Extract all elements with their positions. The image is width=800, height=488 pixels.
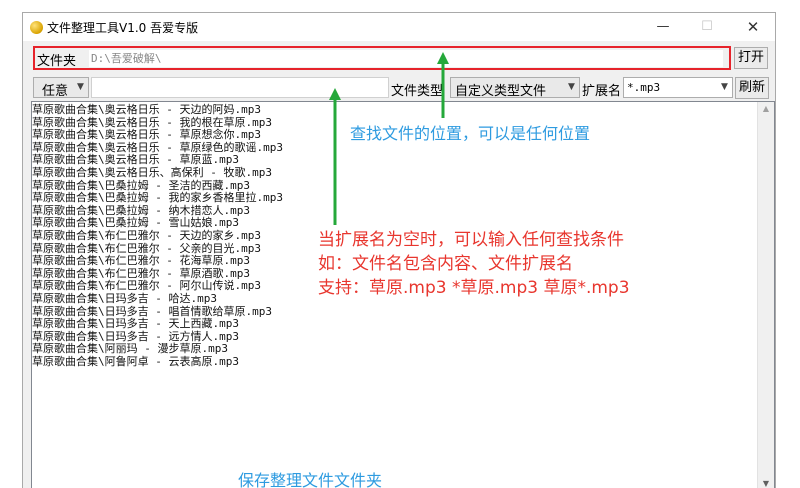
save-folder-annotation: 保存整理文件文件夹 (238, 471, 383, 488)
extension-annotation-line1: 当扩展名为空时，可以输入任何查找条件 (318, 230, 624, 250)
arrow-to-path-icon (437, 52, 449, 118)
location-annotation: 查找文件的位置，可以是任何位置 (350, 124, 591, 143)
extension-annotation-line2: 如：文件名包含内容、文件扩展名 (318, 254, 573, 274)
extension-annotation-line3: 支持：草原.mp3 *草原.mp3 草原*.mp3 (318, 278, 630, 298)
arrow-to-extension-icon (329, 88, 341, 225)
